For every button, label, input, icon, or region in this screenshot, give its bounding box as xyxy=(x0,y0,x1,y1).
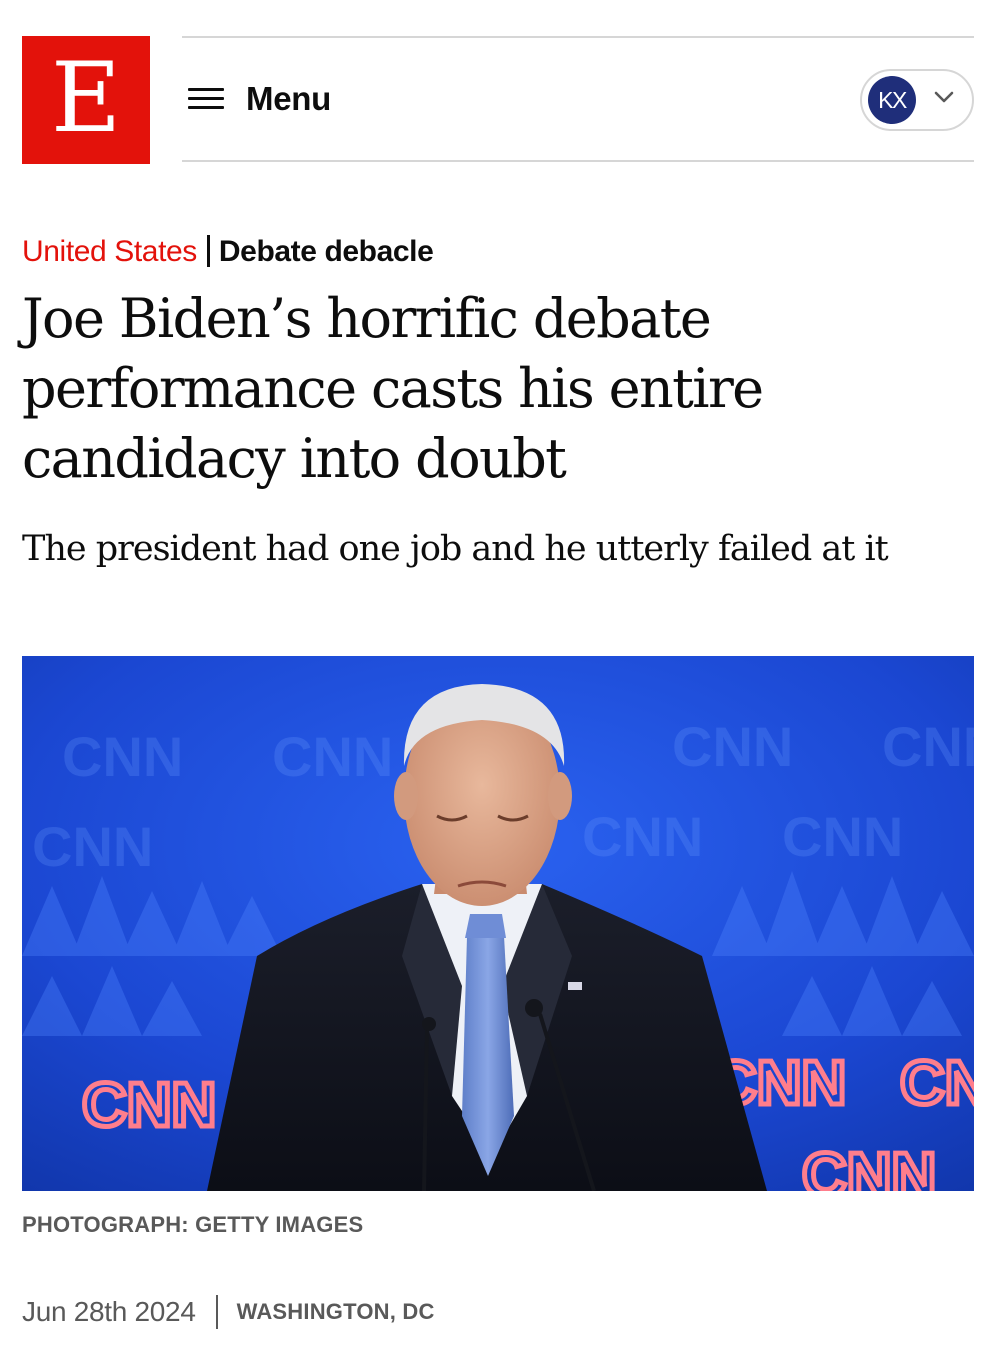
backdrop-logo: CNN xyxy=(82,1071,216,1140)
backdrop-text: CNN xyxy=(582,805,703,868)
article-headline: Joe Biden’s horrific debate performance … xyxy=(22,287,764,490)
kicker-divider xyxy=(206,235,210,267)
menu-button[interactable]: Menu xyxy=(188,79,331,119)
dateline-location: WASHINGTON, DC xyxy=(236,1299,435,1324)
article-byline: Jun 28th 2024 WASHINGTON, DC xyxy=(22,1294,435,1330)
account-menu-button[interactable]: KX xyxy=(860,69,974,131)
article-rubric: Debate debacle xyxy=(218,235,434,268)
backdrop-text: CNN xyxy=(882,715,974,778)
photo-illustration: CNN CNN CNN CNN CNN CNN CNN CNN CNN CNN … xyxy=(22,656,974,1191)
chevron-down-icon xyxy=(934,91,954,103)
article-kicker: United States Debate debacle xyxy=(22,232,434,272)
hamburger-icon xyxy=(188,87,224,111)
economist-logo[interactable]: E xyxy=(22,36,150,164)
publish-date: Jun 28th 2024 xyxy=(22,1296,196,1327)
backdrop-text: CNN xyxy=(272,725,393,788)
menu-label: Menu xyxy=(246,80,331,117)
article-photo: CNN CNN CNN CNN CNN CNN CNN CNN CNN CNN … xyxy=(22,656,974,1191)
photo-caption: PHOTOGRAPH: GETTY IMAGES xyxy=(22,1212,364,1237)
backdrop-text: CNN xyxy=(782,805,903,868)
backdrop-logo: CNN xyxy=(900,1049,974,1118)
article-subheadline: The president had one job and he utterly… xyxy=(22,529,889,569)
backdrop-text: CNN xyxy=(32,815,153,878)
header-bar: Menu KX xyxy=(182,36,974,162)
section-link[interactable]: United States xyxy=(22,235,197,268)
avatar: KX xyxy=(868,76,916,124)
backdrop-text: CNN xyxy=(672,715,793,778)
byline-divider xyxy=(215,1295,218,1329)
backdrop-logo: CNN xyxy=(802,1141,936,1191)
logo-letter: E xyxy=(50,42,122,154)
backdrop-text: CNN xyxy=(62,725,183,788)
